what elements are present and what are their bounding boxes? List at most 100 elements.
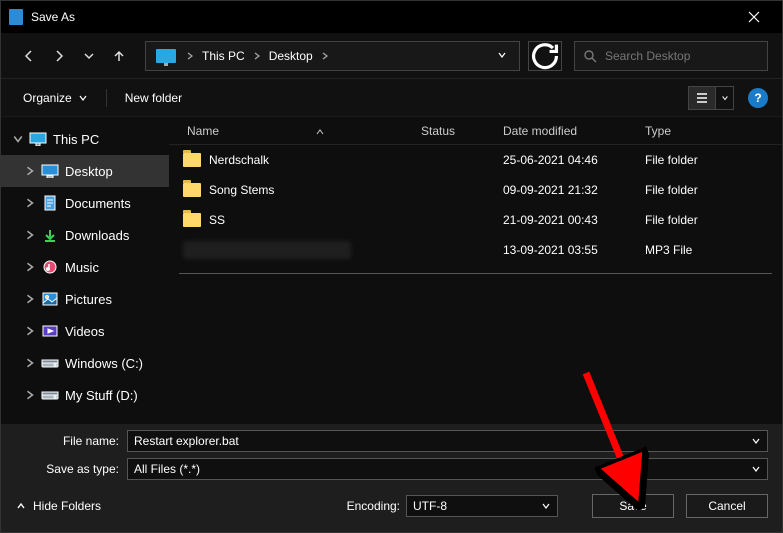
chevron-right-icon[interactable] xyxy=(182,47,198,65)
toolbar: Organize New folder ? xyxy=(1,79,782,117)
window-title: Save As xyxy=(31,10,75,24)
column-headers: Name Status Date modified Type xyxy=(169,117,782,145)
savetype-select[interactable]: All Files (*.*) xyxy=(127,458,768,480)
file-type: File folder xyxy=(645,213,782,227)
hide-folders-button[interactable]: Hide Folders xyxy=(15,499,101,513)
file-row[interactable]: SS 21-09-2021 00:43File folder xyxy=(169,205,782,235)
file-row[interactable]: 13-09-2021 03:55MP3 File xyxy=(169,235,782,265)
pc-icon xyxy=(29,132,47,146)
view-button[interactable] xyxy=(688,86,716,110)
tree-item-drive[interactable]: Windows (C:) xyxy=(1,347,169,379)
refresh-icon xyxy=(529,40,561,72)
tree-item-pc[interactable]: This PC xyxy=(1,123,169,155)
pc-icon xyxy=(156,49,176,63)
folder-icon xyxy=(183,183,201,197)
videos-icon xyxy=(41,324,59,338)
arrow-up-icon xyxy=(112,49,126,63)
expand-icon[interactable] xyxy=(13,134,23,144)
tree-item-drive[interactable]: My Stuff (D:) xyxy=(1,379,169,411)
documents-icon xyxy=(41,196,59,210)
tree-item-downloads[interactable]: Downloads xyxy=(1,219,169,251)
organize-button[interactable]: Organize xyxy=(15,87,96,109)
expand-icon[interactable] xyxy=(25,326,35,336)
file-pane: Name Status Date modified Type Nerdschal… xyxy=(169,117,782,424)
tree-item-label: Videos xyxy=(65,324,105,339)
help-button[interactable]: ? xyxy=(748,88,768,108)
forward-button[interactable] xyxy=(45,42,73,70)
expand-icon[interactable] xyxy=(25,262,35,272)
save-button[interactable]: Save xyxy=(592,494,674,518)
encoding-select[interactable]: UTF-8 xyxy=(406,495,558,517)
breadcrumb[interactable]: This PC Desktop xyxy=(145,41,520,71)
tree-item-videos[interactable]: Videos xyxy=(1,315,169,347)
col-status[interactable]: Status xyxy=(421,124,503,138)
refresh-button[interactable] xyxy=(528,41,562,71)
crumb-desktop[interactable]: Desktop xyxy=(265,49,317,63)
col-type[interactable]: Type xyxy=(645,124,782,138)
file-list: Nerdschalk25-06-2021 04:46File folder Son… xyxy=(169,145,782,424)
expand-icon[interactable] xyxy=(25,198,35,208)
cancel-button[interactable]: Cancel xyxy=(686,494,768,518)
crumb-this-pc[interactable]: This PC xyxy=(198,49,249,63)
file-type: File folder xyxy=(645,153,782,167)
footer: Hide Folders Encoding: UTF-8 Save Cancel xyxy=(1,482,782,532)
file-name: Song Stems xyxy=(209,183,274,197)
tree-item-documents[interactable]: Documents xyxy=(1,187,169,219)
tree-item-label: Music xyxy=(65,260,99,275)
pictures-icon xyxy=(41,292,59,306)
tree-item-label: Desktop xyxy=(65,164,113,179)
tree-item-pictures[interactable]: Pictures xyxy=(1,283,169,315)
file-name: SS xyxy=(209,213,225,227)
filename-label: File name: xyxy=(15,434,127,448)
file-date: 21-09-2021 00:43 xyxy=(503,213,645,227)
chevron-down-icon xyxy=(82,49,96,63)
navbar: This PC Desktop Search Desktop xyxy=(1,33,782,79)
close-button[interactable] xyxy=(734,1,774,33)
arrow-left-icon xyxy=(22,49,36,63)
titlebar: Save As xyxy=(1,1,782,33)
tree-item-label: Pictures xyxy=(65,292,112,307)
expand-icon[interactable] xyxy=(25,390,35,400)
chevron-right-icon[interactable] xyxy=(249,47,265,65)
file-date: 13-09-2021 03:55 xyxy=(503,243,645,257)
chevron-down-icon xyxy=(751,464,761,474)
view-dropdown[interactable] xyxy=(716,86,734,110)
drive-icon xyxy=(41,356,59,370)
search-placeholder: Search Desktop xyxy=(605,49,690,63)
expand-icon[interactable] xyxy=(25,294,35,304)
chevron-right-icon[interactable] xyxy=(317,47,333,65)
file-type: MP3 File xyxy=(645,243,782,257)
folder-icon xyxy=(183,153,201,167)
downloads-icon xyxy=(41,228,59,242)
search-input[interactable]: Search Desktop xyxy=(574,41,768,71)
chevron-down-icon xyxy=(78,93,88,103)
nav-tree: This PC Desktop Documents Downloads Music Pic… xyxy=(1,117,169,424)
breadcrumb-dropdown[interactable] xyxy=(489,47,515,65)
tree-item-label: Downloads xyxy=(65,228,129,243)
file-date: 25-06-2021 04:46 xyxy=(503,153,645,167)
tree-item-label: My Stuff (D:) xyxy=(65,388,138,403)
expand-icon[interactable] xyxy=(25,358,35,368)
expand-icon[interactable] xyxy=(25,230,35,240)
close-icon xyxy=(748,11,760,23)
col-name[interactable]: Name xyxy=(169,124,421,138)
tree-item-music[interactable]: Music xyxy=(1,251,169,283)
expand-icon[interactable] xyxy=(25,166,35,176)
file-row[interactable]: Song Stems09-09-2021 21:32File folder xyxy=(169,175,782,205)
chevron-up-icon xyxy=(15,500,27,512)
tree-item-desktop[interactable]: Desktop xyxy=(1,155,169,187)
history-dropdown[interactable] xyxy=(75,42,103,70)
new-folder-button[interactable]: New folder xyxy=(117,87,190,109)
up-button[interactable] xyxy=(105,42,133,70)
filename-input[interactable]: Restart explorer.bat xyxy=(127,430,768,452)
search-icon xyxy=(583,49,597,63)
sort-indicator-icon xyxy=(315,124,325,138)
chevron-down-icon xyxy=(751,436,761,446)
arrow-right-icon xyxy=(52,49,66,63)
file-date: 09-09-2021 21:32 xyxy=(503,183,645,197)
col-date[interactable]: Date modified xyxy=(503,124,645,138)
back-button[interactable] xyxy=(15,42,43,70)
file-row[interactable]: Nerdschalk25-06-2021 04:46File folder xyxy=(169,145,782,175)
list-view-icon xyxy=(695,91,709,105)
desktop-icon xyxy=(41,164,59,178)
